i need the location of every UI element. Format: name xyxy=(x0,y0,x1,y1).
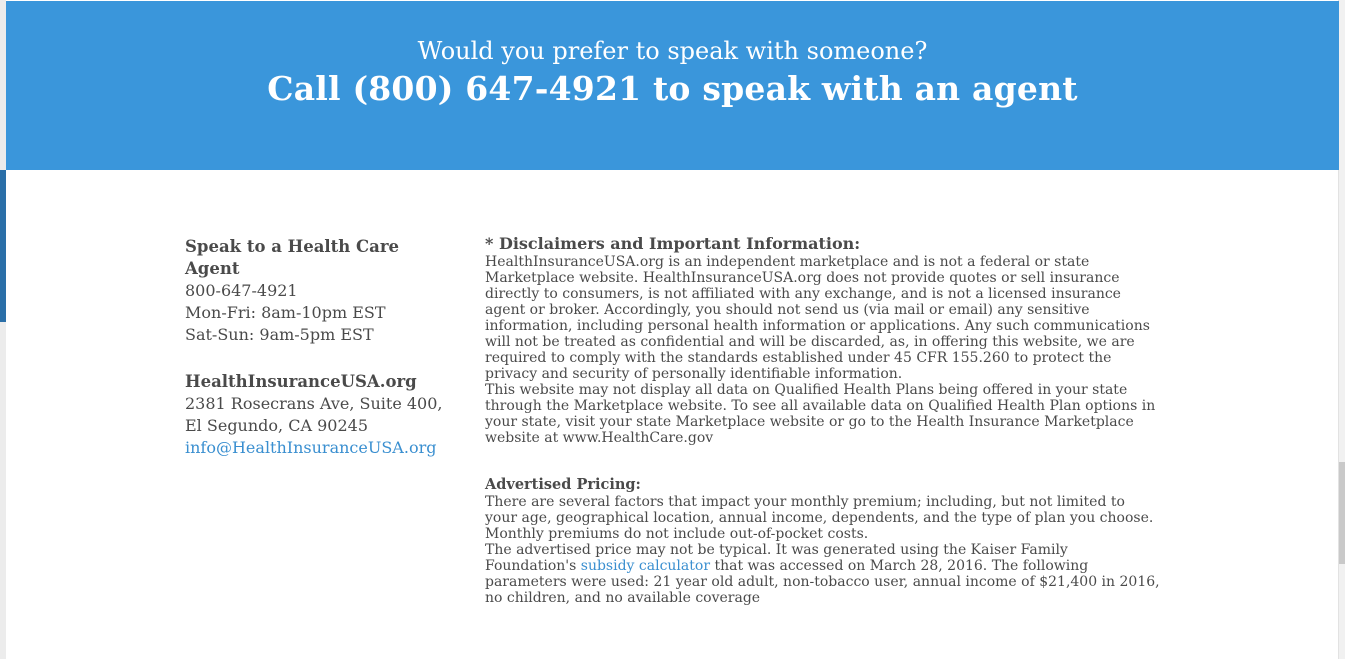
pricing-paragraph-1: There are several factors that impact yo… xyxy=(485,494,1154,542)
disclaimer-title: * Disclaimers and Important Information: xyxy=(485,234,861,253)
contact-heading: Speak to a Health Care Agent xyxy=(185,237,400,278)
contact-email-link[interactable]: info@HealthInsuranceUSA.org xyxy=(185,438,436,457)
address-line-2: El Segundo, CA 90245 xyxy=(185,416,368,435)
address-line-1: 2381 Rosecrans Ave, Suite 400, xyxy=(185,394,443,413)
scrollbar-thumb[interactable] xyxy=(1339,462,1345,564)
contact-spacer xyxy=(185,346,455,371)
disclaimer-paragraph-2: This website may not display all data on… xyxy=(485,382,1156,446)
contact-hours-weekday: Mon-Fri: 8am-10pm EST xyxy=(185,303,386,322)
pricing-title: Advertised Pricing: xyxy=(485,476,641,493)
scrollbar[interactable] xyxy=(1338,0,1345,659)
contact-hours-weekend: Sat-Sun: 9am-5pm EST xyxy=(185,325,374,344)
subsidy-calculator-link[interactable]: subsidy calculator xyxy=(581,558,710,574)
company-name: HealthInsuranceUSA.org xyxy=(185,372,417,391)
contact-phone[interactable]: 800-647-4921 xyxy=(185,280,455,302)
page-edge-accent xyxy=(0,170,6,322)
banner-title[interactable]: Call (800) 647-4921 to speak with an age… xyxy=(6,69,1339,108)
banner-subtitle: Would you prefer to speak with someone? xyxy=(417,37,928,65)
contact-info: Speak to a Health Care Agent 800-647-492… xyxy=(185,236,455,459)
disclaimer-section: * Disclaimers and Important Information:… xyxy=(485,234,1161,606)
call-agent-banner: Would you prefer to speak with someone? … xyxy=(6,1,1339,170)
pricing-paragraph-2: The advertised price may not be typical.… xyxy=(485,542,1161,606)
disclaimer-paragraph-1: HealthInsuranceUSA.org is an independent… xyxy=(485,254,1150,382)
